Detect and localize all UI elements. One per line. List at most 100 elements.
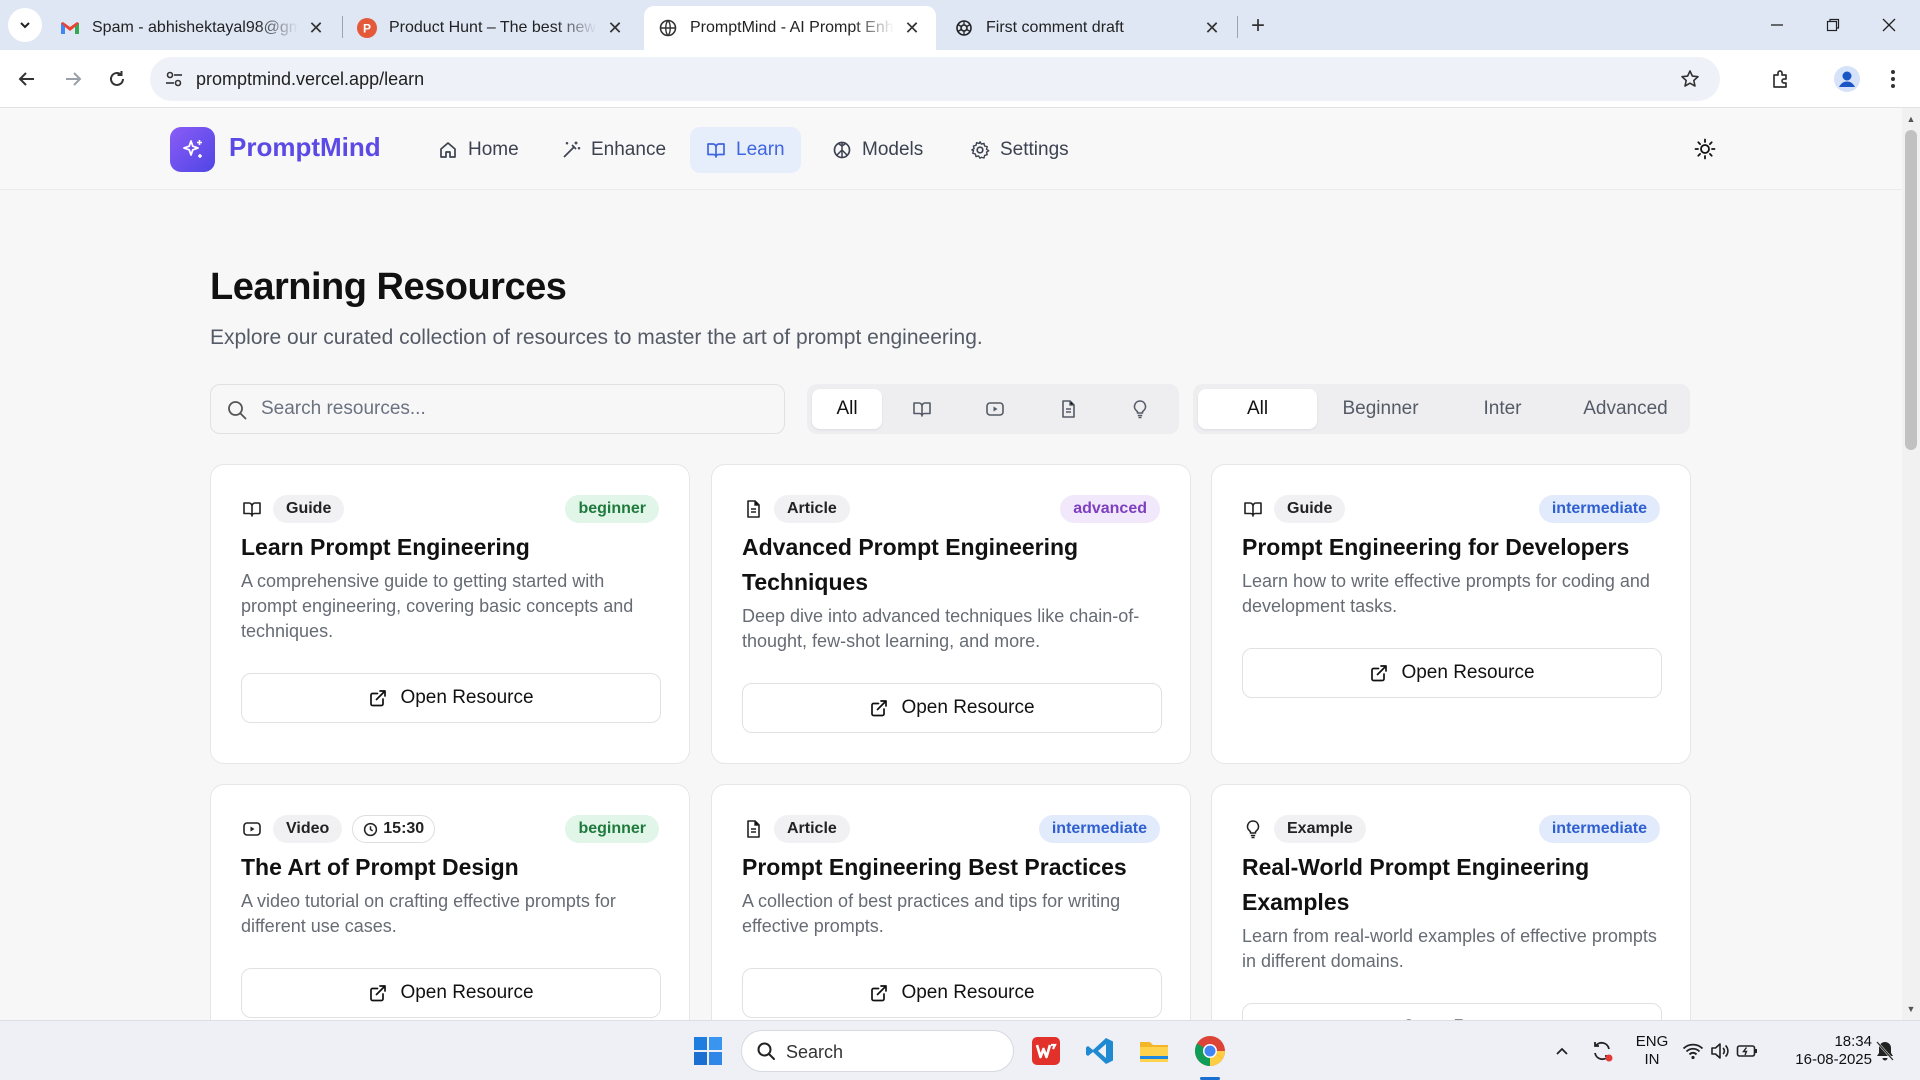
window-close-button[interactable] — [1874, 10, 1904, 40]
card-title: The Art of Prompt Design — [241, 854, 519, 880]
nav-label: Settings — [1000, 139, 1069, 160]
scroll-down-icon[interactable]: ▼ — [1906, 1004, 1916, 1014]
resource-card: Article intermediate Prompt Engineering … — [711, 784, 1191, 1020]
type-filter-guides[interactable] — [887, 389, 957, 429]
level-badge: beginner — [565, 495, 659, 523]
file-explorer-app[interactable] — [1136, 1033, 1172, 1069]
button-label: Open Resource — [1401, 662, 1535, 683]
duration-badge: 15:30 — [352, 815, 436, 843]
sync-status-button[interactable] — [1584, 1033, 1620, 1069]
open-resource-button[interactable]: Open Resource — [742, 683, 1162, 733]
nav-item-settings[interactable]: Settings — [954, 127, 1085, 173]
browser-tab-gmail[interactable]: Spam - abhishektayal98@gmail.com ✕ — [46, 6, 340, 50]
filter-label: Beginner — [1342, 398, 1419, 419]
resource-card: Guide beginner Learn Prompt Engineering … — [210, 464, 690, 764]
tab-search-button[interactable] — [8, 8, 42, 42]
tab-title: First comment draft — [986, 19, 1124, 36]
search-icon — [757, 1042, 775, 1060]
battery-charging-icon — [1736, 1045, 1757, 1057]
reload-button[interactable] — [100, 62, 134, 96]
scroll-up-icon[interactable]: ▲ — [1906, 114, 1916, 124]
nav-item-models[interactable]: Models — [816, 127, 939, 173]
address-bar[interactable]: promptmind.vercel.app/learn — [150, 57, 1720, 101]
region-code: IN — [1644, 1051, 1660, 1068]
theme-toggle-button[interactable] — [1692, 136, 1718, 162]
tab-title: Product Hunt – The best new products — [389, 19, 597, 36]
browser-tab-chatgpt[interactable]: First comment draft ✕ — [940, 6, 1236, 50]
chevron-up-icon — [1556, 1047, 1568, 1055]
level-filter-all[interactable]: All — [1198, 389, 1317, 429]
article-icon — [1062, 400, 1075, 418]
start-button[interactable] — [690, 1033, 726, 1069]
level-badge: beginner — [565, 815, 659, 843]
type-badge: Article — [774, 495, 850, 523]
card-title: Learn Prompt Engineering — [241, 534, 530, 560]
filter-label: Inter — [1483, 398, 1522, 419]
close-icon[interactable]: ✕ — [902, 18, 922, 38]
logo-mark[interactable] — [170, 127, 215, 172]
notifications-button[interactable] — [1870, 1033, 1900, 1069]
magic-wand-icon — [563, 141, 581, 158]
browser-tab-product-hunt[interactable]: P Product Hunt – The best new products ✕ — [343, 6, 639, 50]
taskbar-search[interactable]: Search — [741, 1030, 1014, 1072]
system-clock[interactable]: 18:34 16-08-2025 — [1780, 1033, 1872, 1069]
vscode-app[interactable] — [1082, 1033, 1118, 1069]
card-description: Learn from real-world examples of effect… — [1242, 926, 1657, 971]
type-filter-videos[interactable] — [960, 389, 1030, 429]
restore-icon — [1826, 18, 1840, 32]
taskbar-search-label: Search — [786, 1042, 844, 1062]
browser-tab-promptmind[interactable]: PromptMind - AI Prompt Enhancer ✕ — [644, 6, 936, 50]
back-button[interactable] — [10, 62, 44, 96]
restore-button[interactable] — [1818, 10, 1848, 40]
open-resource-button[interactable]: Open Resource — [1242, 1003, 1662, 1020]
level-filter-advanced[interactable]: Advanced — [1566, 389, 1685, 429]
page-scrollbar[interactable]: ▲ ▼ — [1902, 108, 1920, 1020]
brand-name[interactable]: PromptMind — [229, 132, 381, 163]
search-input[interactable] — [261, 385, 761, 433]
close-icon[interactable]: ✕ — [605, 18, 625, 38]
forward-button[interactable] — [56, 62, 90, 96]
show-hidden-icons-button[interactable] — [1544, 1033, 1580, 1069]
chevron-down-icon — [20, 22, 30, 29]
close-icon[interactable]: ✕ — [1202, 18, 1222, 38]
minimize-button[interactable] — [1762, 10, 1792, 40]
windows-taskbar: Search ENG IN 18:34 16-08-2025 — [0, 1020, 1920, 1080]
level-badge: intermediate — [1538, 815, 1660, 843]
type-badge: Video — [273, 815, 343, 843]
card-meta: Guide — [241, 495, 345, 523]
type-filter-examples[interactable] — [1105, 389, 1175, 429]
scrollbar-thumb[interactable] — [1905, 130, 1917, 450]
open-resource-button[interactable]: Open Resource — [1242, 648, 1662, 698]
nav-item-enhance[interactable]: Enhance — [545, 127, 682, 173]
nav-label: Enhance — [591, 139, 667, 160]
profile-button[interactable] — [1830, 62, 1864, 96]
models-icon — [833, 141, 851, 159]
new-tab-button[interactable]: + — [1244, 12, 1272, 40]
extensions-button[interactable] — [1764, 62, 1798, 96]
type-badge: Example — [1274, 815, 1366, 843]
bookmark-star-icon[interactable] — [1678, 67, 1702, 91]
browser-menu-button[interactable] — [1876, 62, 1910, 96]
wps-office-app[interactable] — [1028, 1033, 1064, 1069]
quick-settings-button[interactable] — [1678, 1033, 1762, 1069]
nav-item-home[interactable]: Home — [422, 127, 535, 173]
close-icon[interactable]: ✕ — [306, 18, 326, 38]
wps-office-icon — [1032, 1037, 1060, 1065]
level-filter-intermediate[interactable]: Inter — [1443, 389, 1562, 429]
type-filter-articles[interactable] — [1033, 389, 1103, 429]
open-resource-button[interactable]: Open Resource — [241, 673, 661, 723]
openai-icon — [954, 18, 974, 38]
resource-card: Video 15:30 beginner The Art of Prompt D… — [210, 784, 690, 1020]
arrow-right-icon — [66, 72, 82, 86]
video-icon — [241, 818, 263, 840]
page-title: Learning Resources — [210, 266, 567, 308]
open-resource-button[interactable]: Open Resource — [742, 968, 1162, 1018]
type-filter-all[interactable]: All — [812, 389, 882, 429]
site-settings-icon[interactable] — [162, 67, 186, 91]
open-resource-button[interactable]: Open Resource — [241, 968, 661, 1018]
resource-card: Article advanced Advanced Prompt Enginee… — [711, 464, 1191, 764]
nav-item-learn[interactable]: Learn — [690, 127, 801, 173]
input-language-indicator[interactable]: ENG IN — [1630, 1033, 1674, 1069]
chrome-app[interactable] — [1192, 1033, 1228, 1069]
level-filter-beginner[interactable]: Beginner — [1321, 389, 1440, 429]
